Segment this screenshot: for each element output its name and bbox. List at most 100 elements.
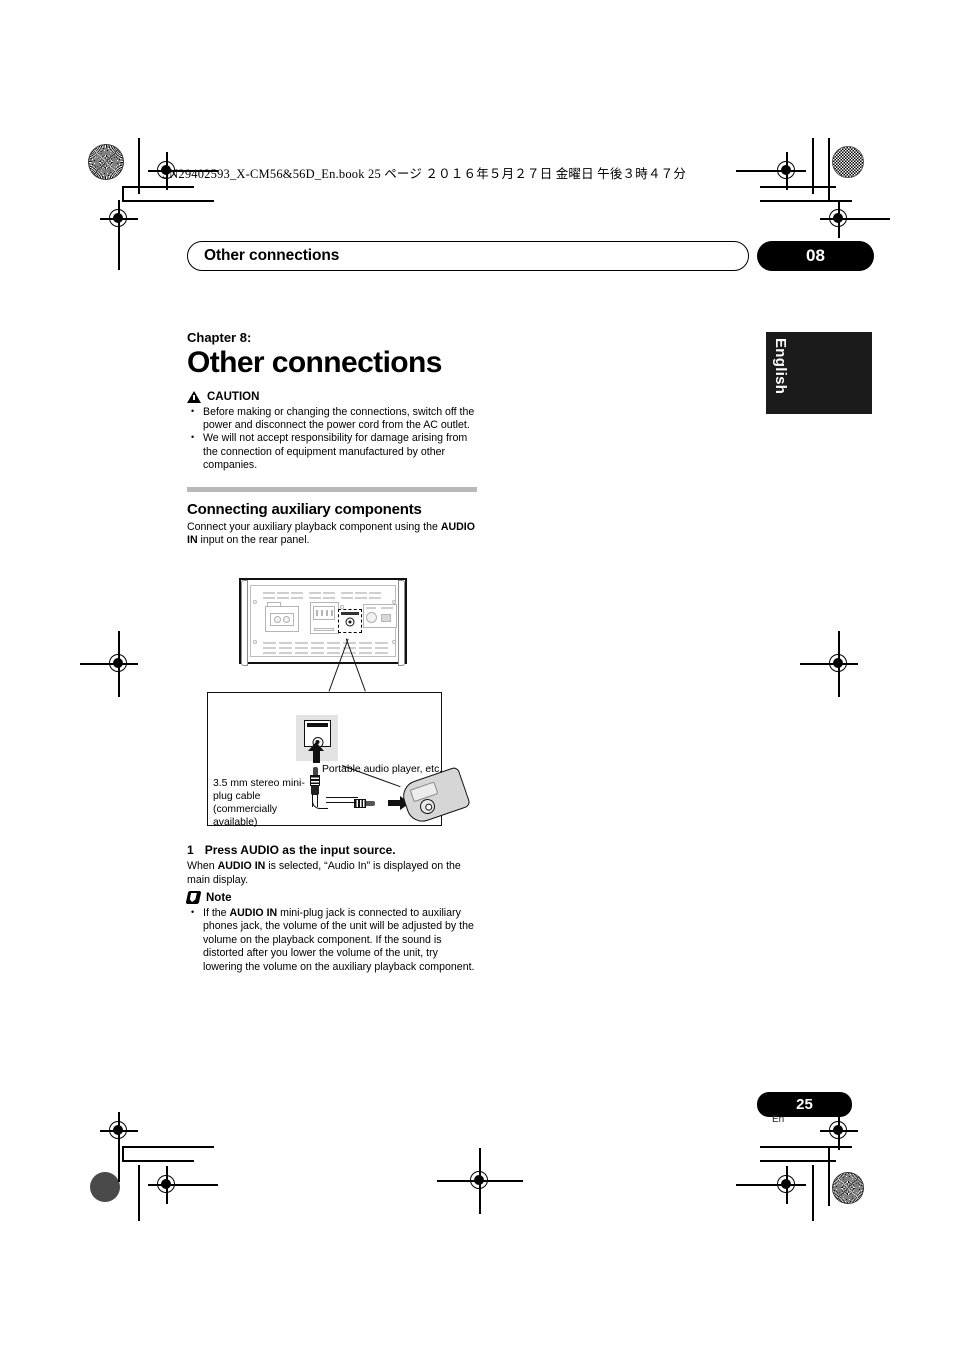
language-tab: English — [766, 332, 872, 414]
section-intro: Connect your auxiliary playback componen… — [187, 521, 477, 548]
rear-panel-body — [239, 578, 407, 666]
note-section: Note If the AUDIO IN mini-plug jack is c… — [185, 891, 477, 974]
connector-pin — [331, 610, 333, 616]
vent-slot — [375, 652, 388, 654]
vent-slot — [309, 592, 321, 594]
vent-slot — [277, 597, 289, 599]
crop-line — [760, 1160, 836, 1162]
vent-slot — [355, 592, 367, 594]
vent-slot — [279, 647, 292, 649]
note-heading: Note — [185, 891, 477, 904]
vent-slot — [263, 642, 276, 644]
chapter-number-badge: 08 — [757, 241, 874, 271]
note-heading-label: Note — [206, 891, 232, 904]
screw-icon — [392, 600, 396, 604]
vent-slot — [341, 597, 353, 599]
step-description: When AUDIO IN is selected, “Audio In” is… — [187, 860, 477, 887]
main-text-column: Chapter 8: Other connections CAUTION Bef… — [187, 330, 477, 548]
rear-panel-side-left — [241, 580, 248, 666]
language-tab-label: English — [772, 338, 789, 395]
note-pencil-icon — [185, 891, 202, 904]
terminal-label — [267, 602, 281, 607]
vent-slot — [327, 647, 340, 649]
list-item: Before making or changing the connection… — [187, 406, 477, 433]
vent-slot — [295, 647, 308, 649]
chapter-title: Other connections — [187, 346, 442, 379]
screw-icon — [392, 640, 396, 644]
vent-slot — [295, 642, 308, 644]
book-file-header: SN29402593_X-CM56&56D_En.book 25 ページ ２０１… — [162, 167, 687, 181]
crop-line — [122, 1160, 194, 1162]
step-desc-bold: AUDIO IN — [217, 860, 266, 872]
vent-slot — [279, 642, 292, 644]
registration-mark — [437, 1148, 523, 1214]
vent-slot — [359, 652, 372, 654]
registration-mark — [100, 1112, 138, 1182]
vent-slot — [263, 647, 276, 649]
terminal-socket — [274, 616, 281, 623]
step-heading: 1 Press AUDIO as the input source. — [187, 843, 477, 857]
step-title: Press AUDIO as the input source. — [204, 843, 396, 857]
caution-heading-label: CAUTION — [207, 390, 260, 403]
vent-slot — [327, 652, 340, 654]
caution-list: Before making or changing the connection… — [187, 406, 477, 473]
registration-mark — [148, 1166, 218, 1204]
vent-slot — [277, 592, 289, 594]
vent-slot — [291, 597, 303, 599]
page-language-code: En — [772, 1114, 785, 1125]
registration-mark — [736, 1166, 806, 1204]
vent-slot — [263, 652, 276, 654]
connection-diagram: 3.5 mm stereo mini-plug cable (commercia… — [207, 692, 472, 828]
crop-line — [812, 1165, 814, 1221]
connector-pin — [321, 610, 323, 616]
vent-slot — [309, 597, 321, 599]
registration-dot-circle — [90, 1172, 120, 1202]
vent-slot — [375, 647, 388, 649]
vent-slot — [323, 592, 335, 594]
running-head-pill: Other connections — [187, 241, 749, 271]
vent-slot — [295, 652, 308, 654]
crop-line — [138, 1165, 140, 1221]
registration-starburst — [832, 1172, 864, 1204]
vent-slot — [311, 652, 324, 654]
crop-line — [828, 138, 830, 202]
connector-pin — [326, 610, 328, 616]
registration-starburst — [88, 144, 124, 180]
rear-panel-diagram — [233, 578, 413, 670]
terminal-socket — [283, 616, 290, 623]
player-label: Portable audio player, etc. — [322, 764, 443, 775]
vent-slot — [327, 642, 340, 644]
connector-pin — [316, 610, 318, 616]
section-divider-rule — [187, 486, 477, 492]
power-switch — [381, 614, 391, 622]
registration-mark — [820, 200, 890, 238]
vent-slot — [311, 647, 324, 649]
mini-plug-horizontal — [354, 798, 384, 809]
warning-triangle-icon — [187, 390, 201, 403]
caution-heading: CAUTION — [187, 390, 477, 403]
vent-slot — [359, 642, 372, 644]
vent-slot — [355, 597, 367, 599]
vent-slot — [311, 642, 324, 644]
power-connector — [366, 612, 377, 623]
audio-in-callout — [338, 609, 362, 633]
audio-in-jack-icon — [345, 617, 355, 627]
vent-slot — [279, 652, 292, 654]
note-bold: AUDIO IN — [229, 907, 278, 919]
section-intro-suffix: input on the rear panel. — [197, 534, 310, 547]
vent-slot — [359, 647, 372, 649]
vent-slot — [341, 592, 353, 594]
registration-mark — [800, 631, 858, 697]
vent-slot — [369, 597, 381, 599]
vent-slot — [323, 597, 335, 599]
crop-line — [828, 1146, 830, 1206]
screw-icon — [253, 600, 257, 604]
cable-label: 3.5 mm stereo mini-plug cable (commercia… — [213, 778, 305, 828]
connector-label — [314, 628, 334, 631]
vent-slot — [263, 592, 275, 594]
registration-mark — [736, 152, 806, 190]
vent-slot — [291, 592, 303, 594]
screw-icon — [253, 640, 257, 644]
list-item: If the AUDIO IN mini-plug jack is connec… — [187, 907, 477, 974]
list-item: We will not accept responsibility for da… — [187, 432, 477, 472]
